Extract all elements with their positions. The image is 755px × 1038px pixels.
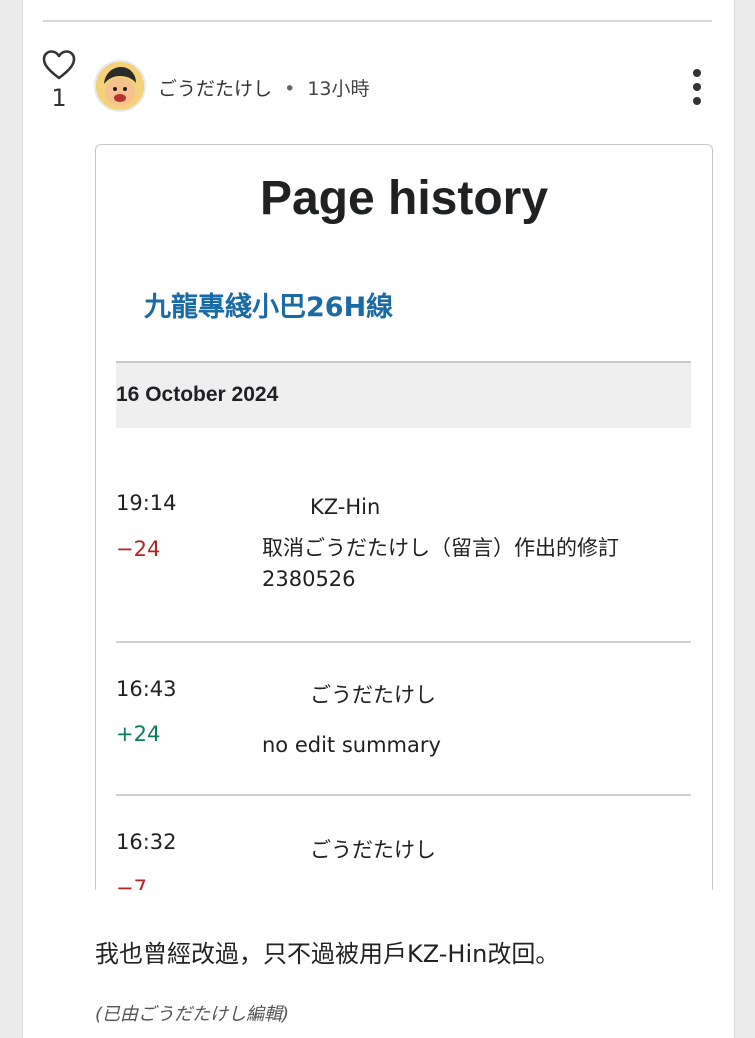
vertical-ellipsis-icon xyxy=(693,69,701,105)
entry-user: ごうだたけし xyxy=(310,683,436,707)
entry-summary: 取消ごうだたけし（留言）作出的修訂2380526 xyxy=(262,536,619,591)
avatar-image xyxy=(96,62,144,110)
entry-summary: no edit summary xyxy=(262,733,441,757)
comment-body: 我也曾經改過，只不過被用戶KZ-Hin改回。 xyxy=(95,940,560,968)
entry-delta: −7 xyxy=(116,876,147,890)
post-header: ごうだたけし • 13小時 xyxy=(158,74,370,101)
author-name[interactable]: ごうだたけし xyxy=(158,78,272,100)
avatar[interactable] xyxy=(94,60,146,112)
entry-divider xyxy=(116,641,691,643)
entry-time: 19:14 xyxy=(116,491,177,515)
entry-time: 16:32 xyxy=(116,830,177,854)
entry-user: ごうだたけし xyxy=(310,838,436,862)
entry-user: KZ-Hin xyxy=(310,495,381,519)
post-time[interactable]: 13小時 xyxy=(307,78,369,100)
entry-delta: −24 xyxy=(116,537,161,561)
embedded-screenshot[interactable]: Page history 九龍專綫小巴26H線 16 October 2024 … xyxy=(95,144,713,890)
edited-note: (已由ごうだたけし編輯) xyxy=(95,1004,290,1025)
page-link: 九龍專綫小巴26H線 xyxy=(144,292,394,323)
entry-delta: +24 xyxy=(116,722,161,746)
page-title: Page history xyxy=(251,171,561,227)
more-options-button[interactable] xyxy=(688,68,706,106)
embed-title-wrap: Page history xyxy=(96,171,712,227)
divider xyxy=(43,20,712,22)
like-control[interactable]: 1 xyxy=(40,50,78,112)
heart-outline-icon[interactable] xyxy=(42,50,76,80)
entry-time: 16:43 xyxy=(116,677,177,701)
meta-separator: • xyxy=(284,78,296,100)
like-count: 1 xyxy=(51,84,67,112)
entry-divider xyxy=(116,794,691,796)
date-label: 16 October 2024 xyxy=(116,383,279,406)
date-header: 16 October 2024 xyxy=(116,361,691,428)
